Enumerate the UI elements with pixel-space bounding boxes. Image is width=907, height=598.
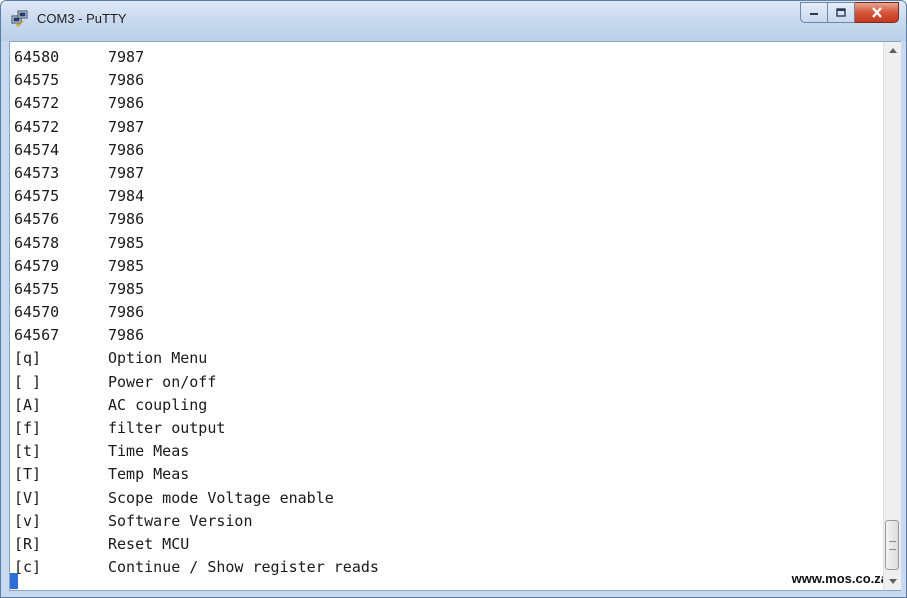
scroll-up-icon — [888, 48, 897, 53]
reading-line: 64575 7985 — [14, 279, 882, 302]
menu-line-col2: Software Version — [108, 511, 253, 530]
reading-line-col1: 64572 — [14, 94, 60, 113]
menu-line-col2: Time Meas — [108, 442, 190, 461]
terminal-cursor — [10, 573, 18, 589]
reading-line-col1: 64580 — [14, 48, 60, 66]
menu-line-col1: [f] — [14, 419, 42, 437]
reading-line-col1: 64573 — [14, 163, 60, 182]
menu-line: [V] Scope mode Voltage enable — [14, 488, 882, 511]
reading-line: 64574 7986 — [14, 140, 882, 163]
reading-line-col2: 7986 — [108, 303, 145, 322]
menu-line-col1: [V] — [14, 488, 42, 507]
reading-line-col2: 7986 — [108, 140, 145, 159]
close-icon — [871, 7, 882, 18]
vertical-scrollbar[interactable] — [883, 42, 901, 590]
reading-line-col2: 7985 — [108, 279, 145, 298]
reading-line-col1: 64574 — [14, 140, 60, 159]
scroll-up-button[interactable] — [884, 42, 901, 59]
reading-line: 64576 7986 — [14, 209, 882, 232]
menu-line-col1: [c] — [14, 558, 42, 577]
reading-line: 64570 7986 — [14, 302, 882, 325]
menu-line-col2: Option Menu — [108, 349, 208, 368]
title-bar[interactable]: COM3 - PuTTY — [1, 1, 906, 41]
menu-line-col2: Power on/off — [108, 372, 217, 391]
reading-line-col1: 64567 — [14, 326, 60, 345]
reading-line-col1: 64575 — [14, 187, 60, 206]
reading-line-col1: 64575 — [14, 71, 60, 90]
minimize-icon — [810, 12, 818, 15]
menu-line-col1: [ ] — [14, 372, 42, 391]
menu-line: [ ] Power on/off — [14, 372, 882, 395]
menu-line-col2: Scope mode Voltage enable — [108, 488, 334, 507]
menu-line-col1: [t] — [14, 442, 42, 461]
reading-line: 64573 7987 — [14, 163, 882, 186]
reading-line-col2: 7985 — [108, 233, 145, 252]
reading-line-col1: 64576 — [14, 210, 60, 229]
reading-line: 64567 7986 — [14, 325, 882, 348]
menu-line-col2: Continue / Show register reads — [108, 558, 379, 577]
reading-line-col2: 7987 — [108, 117, 145, 136]
reading-line-col1: 64578 — [14, 233, 60, 252]
menu-line: [c] Continue / Show register reads — [14, 557, 882, 580]
menu-line: [q] Option Menu — [14, 348, 882, 371]
window-controls — [800, 2, 899, 23]
terminal-area[interactable]: 64580 7987 64575 7986 64572 7986 64572 7987 6457… — [9, 41, 901, 591]
maximize-button[interactable] — [827, 2, 855, 23]
watermark: www.mos.co.za — [791, 571, 888, 586]
reading-line: 64572 7987 — [14, 117, 882, 140]
reading-line-col1: 64570 — [14, 303, 60, 322]
minimize-button[interactable] — [800, 2, 827, 23]
menu-line-col2: Temp Meas — [108, 465, 190, 484]
reading-line-col1: 64572 — [14, 117, 60, 136]
reading-line-col1: 64575 — [14, 279, 60, 298]
menu-line: [v] Software Version — [14, 511, 882, 534]
scroll-down-icon — [888, 579, 897, 584]
menu-line: [T] Temp Meas — [14, 464, 882, 487]
reading-line-col2: 7985 — [108, 256, 145, 275]
menu-line-col1: [R] — [14, 534, 42, 553]
menu-line-col2: AC coupling — [108, 395, 208, 414]
reading-line: 64575 7986 — [14, 70, 882, 93]
reading-line-col2: 7986 — [108, 326, 145, 345]
menu-line: [A] AC coupling — [14, 395, 882, 418]
reading-line: 64579 7985 — [14, 256, 882, 279]
menu-line: [t] Time Meas — [14, 441, 882, 464]
putty-app-icon[interactable] — [11, 9, 29, 28]
reading-line: 64580 7987 — [14, 47, 882, 70]
reading-line: 64578 7985 — [14, 233, 882, 256]
menu-line-col1: [A] — [14, 395, 42, 414]
reading-line-col2: 7987 — [108, 48, 145, 66]
reading-line-col1: 64579 — [14, 256, 60, 275]
reading-line: 64575 7984 — [14, 186, 882, 209]
window-title: COM3 - PuTTY — [37, 11, 127, 26]
menu-line-col1: [v] — [14, 511, 42, 530]
reading-line-col2: 7986 — [108, 210, 145, 229]
menu-line-col1: [q] — [14, 349, 42, 368]
terminal-output: 64580 7987 64575 7986 64572 7986 64572 7987 6457… — [14, 47, 882, 587]
thumb-grip — [889, 541, 896, 550]
maximize-icon — [836, 8, 846, 17]
menu-line-col1: [T] — [14, 465, 42, 484]
reading-line-col2: 7984 — [108, 187, 145, 206]
menu-line-col2: filter output — [108, 419, 226, 437]
menu-line: [R] Reset MCU — [14, 534, 882, 557]
menu-line: [f] filter output — [14, 418, 882, 441]
reading-line-col2: 7987 — [108, 163, 145, 182]
putty-window: COM3 - PuTTY 64580 7987 64575 7986 64572 7986… — [0, 0, 907, 598]
scroll-down-button[interactable] — [884, 573, 901, 590]
close-button[interactable] — [855, 2, 899, 23]
reading-line: 64572 7986 — [14, 93, 882, 116]
menu-line-col2: Reset MCU — [108, 534, 190, 553]
reading-line-col2: 7986 — [108, 94, 145, 113]
scrollbar-thumb[interactable] — [885, 520, 899, 570]
reading-line-col2: 7986 — [108, 71, 145, 90]
